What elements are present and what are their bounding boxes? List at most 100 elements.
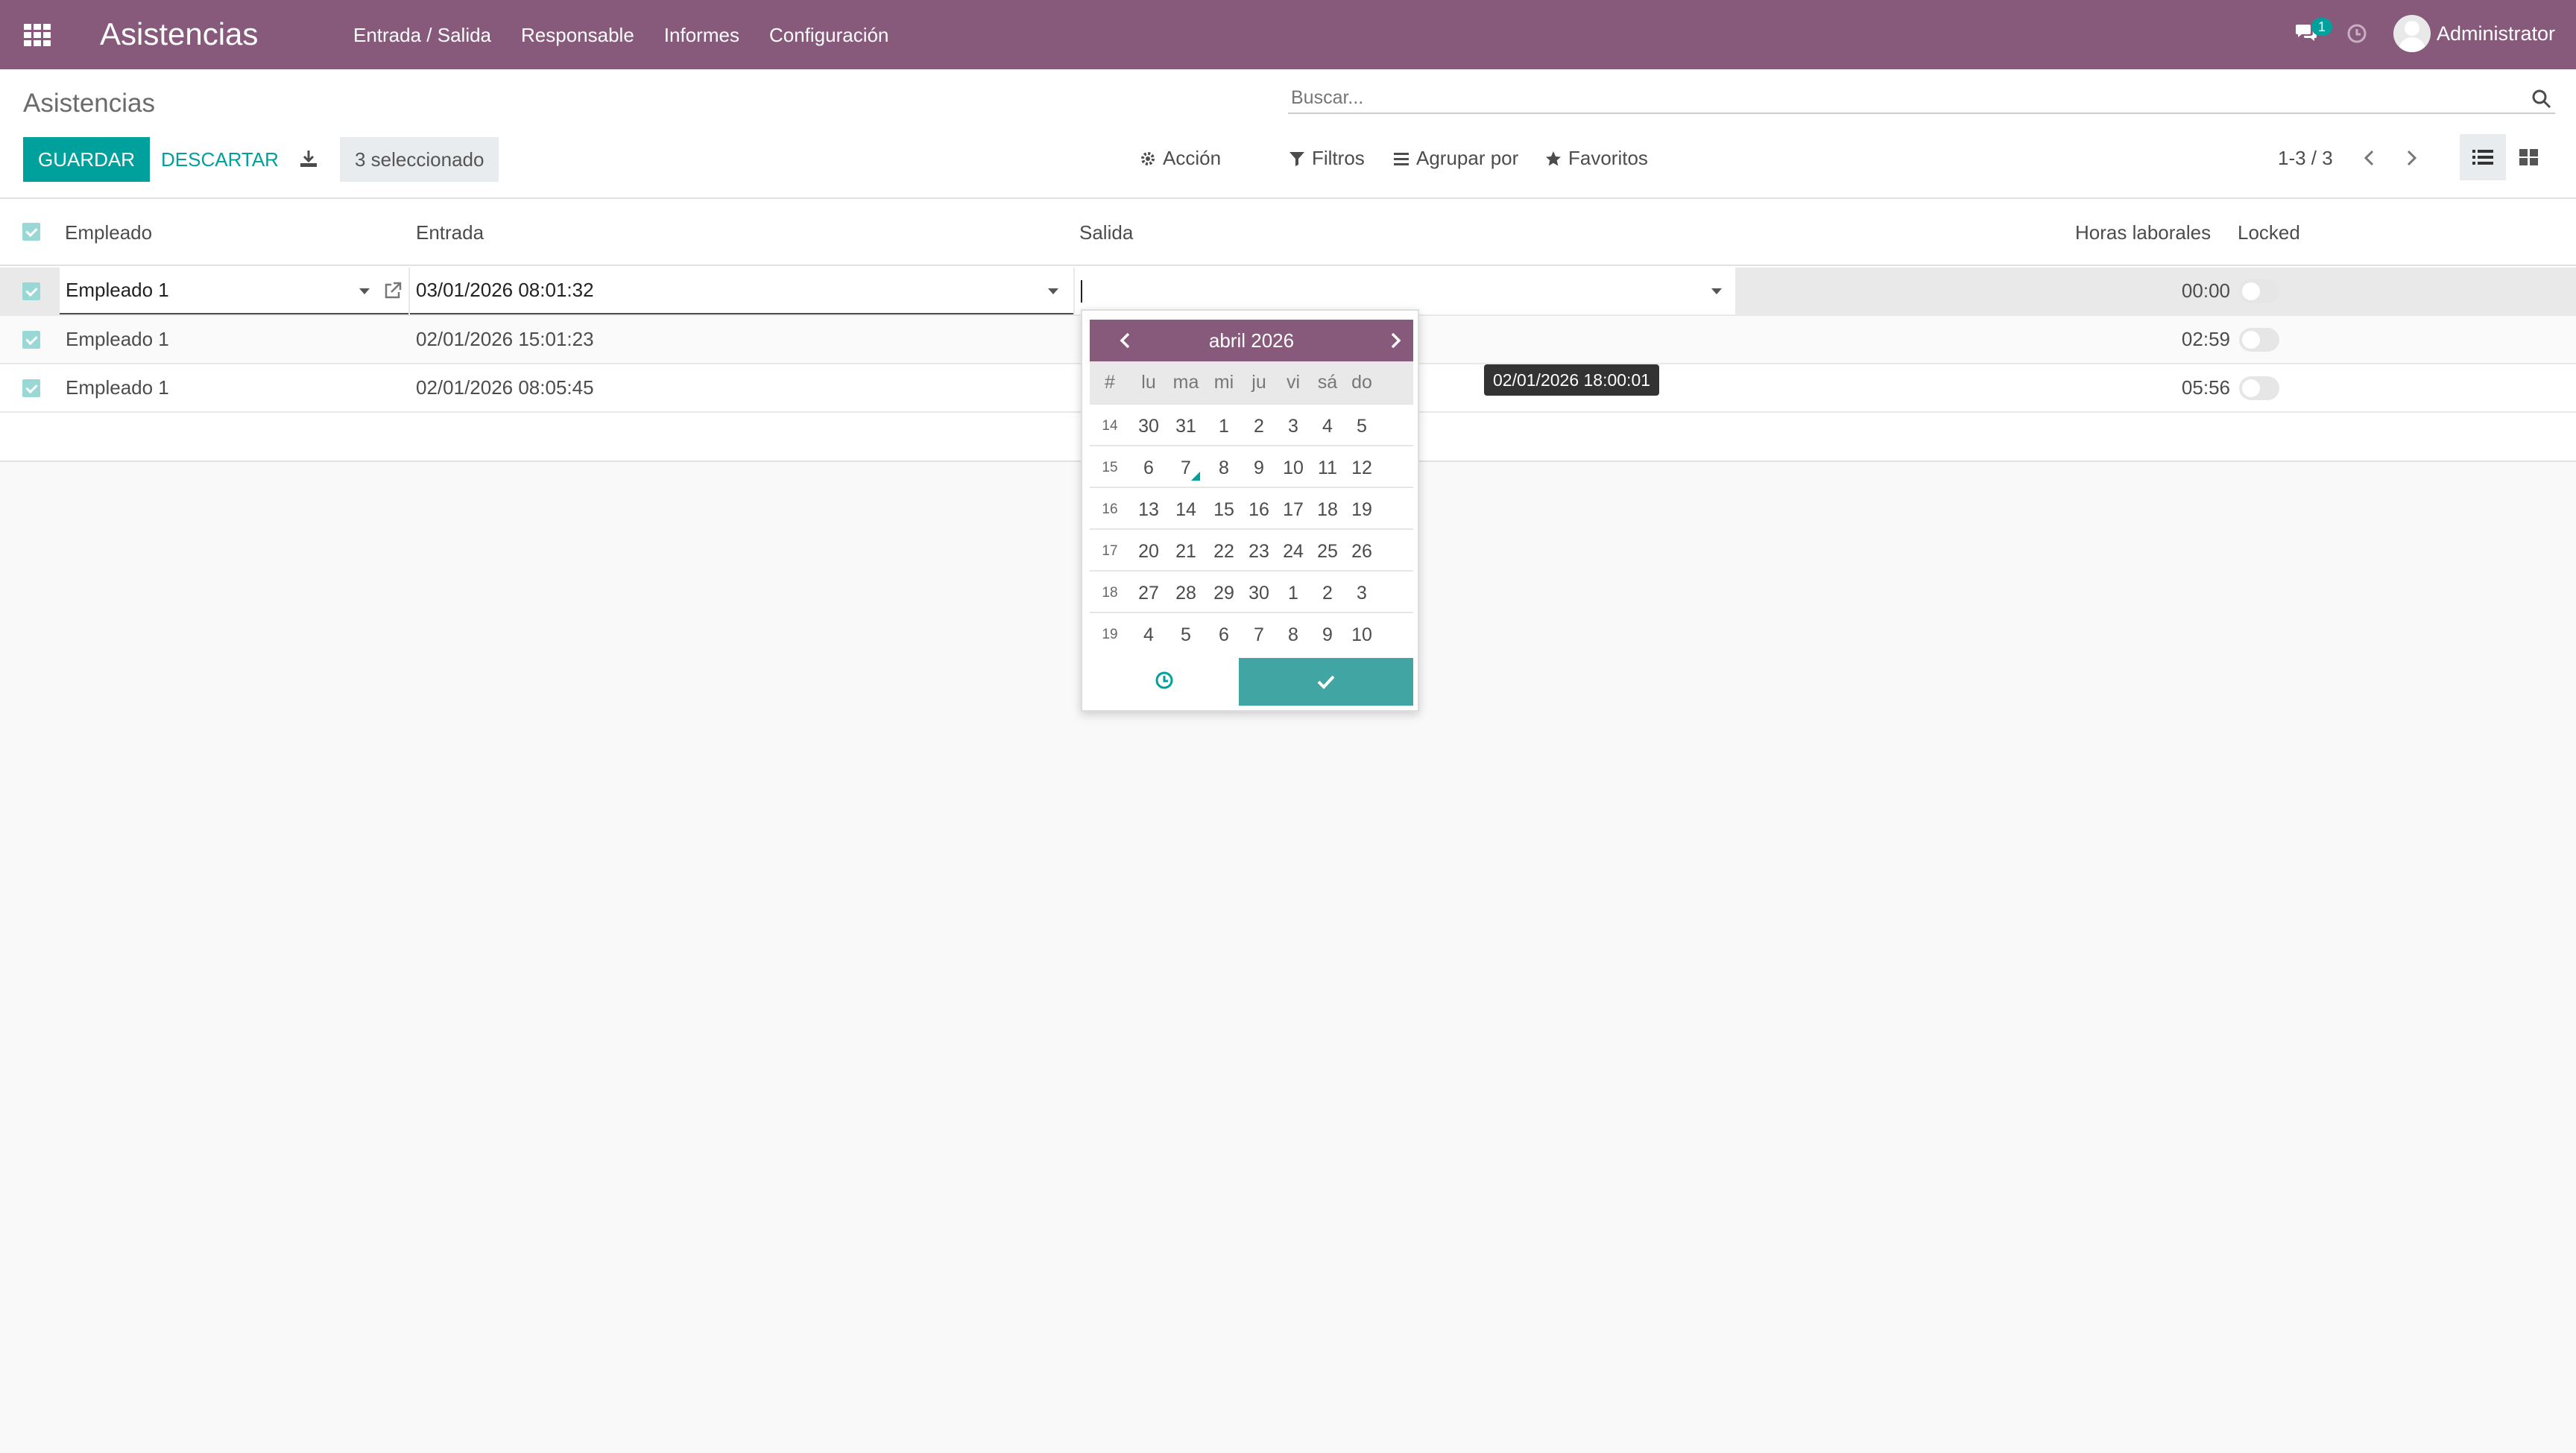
- menu-item-responsable[interactable]: Responsable: [521, 24, 634, 47]
- row-checkbox[interactable]: [22, 331, 40, 349]
- chevron-down-icon[interactable]: [1711, 288, 1722, 294]
- day-cell[interactable]: 3: [1276, 416, 1310, 437]
- row-checkbox[interactable]: [22, 379, 40, 397]
- discard-button[interactable]: DESCARTAR: [148, 137, 292, 182]
- day-cell[interactable]: 29: [1207, 583, 1241, 604]
- action-dropdown[interactable]: Acción: [1139, 147, 1221, 170]
- day-cell[interactable]: 20: [1131, 541, 1166, 563]
- chevron-right-icon[interactable]: [2400, 147, 2422, 169]
- selected-count[interactable]: 3 seleccionado: [340, 137, 499, 182]
- locked-toggle[interactable]: [2239, 328, 2279, 352]
- datepicker-month[interactable]: abril 2026: [1209, 329, 1294, 352]
- list-icon: [2472, 150, 2493, 165]
- breadcrumb: Asistencias: [23, 89, 156, 118]
- day-cell[interactable]: 2: [1310, 583, 1345, 604]
- day-cell[interactable]: 5: [1345, 416, 1379, 437]
- day-cell[interactable]: 17: [1276, 499, 1310, 521]
- locked-toggle[interactable]: [2239, 279, 2279, 303]
- column-header-check-in[interactable]: Entrada: [416, 221, 484, 244]
- day-cell[interactable]: 5: [1169, 624, 1203, 646]
- day-cell[interactable]: 12: [1345, 458, 1379, 479]
- select-all-checkbox[interactable]: [22, 223, 40, 241]
- chevron-left-icon[interactable]: [2358, 147, 2381, 169]
- day-cell[interactable]: 7: [1169, 458, 1203, 479]
- weekday-label: mi: [1213, 372, 1234, 393]
- day-cell[interactable]: 18: [1310, 499, 1345, 521]
- row-checkbox[interactable]: [22, 282, 40, 300]
- weekday-label: lu: [1141, 372, 1156, 393]
- user-menu[interactable]: Administrator: [2393, 15, 2555, 52]
- datepicker-confirm-button[interactable]: [1239, 658, 1413, 706]
- menu-item-configuracion[interactable]: Configuración: [769, 24, 888, 47]
- column-header-check-out[interactable]: Salida: [1079, 221, 1133, 244]
- day-cell[interactable]: 26: [1345, 541, 1379, 563]
- weekday-label: do: [1351, 372, 1372, 393]
- search-bar: [1288, 84, 2555, 114]
- column-header-locked[interactable]: Locked: [2238, 221, 2300, 244]
- employee-field[interactable]: Empleado 1: [60, 268, 408, 314]
- column-header-worked-hours[interactable]: Horas laborales: [2075, 221, 2211, 244]
- chevron-down-icon[interactable]: [359, 288, 370, 294]
- day-cell[interactable]: 14: [1169, 499, 1203, 521]
- kanban-view-button[interactable]: [2506, 134, 2552, 180]
- day-cell[interactable]: 23: [1242, 541, 1276, 563]
- day-cell[interactable]: 3: [1345, 583, 1379, 604]
- activity-clock-icon[interactable]: [2346, 22, 2368, 45]
- download-icon[interactable]: [298, 148, 319, 169]
- day-cell[interactable]: 22: [1207, 541, 1241, 563]
- day-cell[interactable]: 7: [1242, 624, 1276, 646]
- day-cell[interactable]: 10: [1345, 624, 1379, 646]
- day-cell[interactable]: 6: [1131, 458, 1166, 479]
- external-link-icon[interactable]: [383, 281, 402, 300]
- day-cell[interactable]: 6: [1207, 624, 1241, 646]
- groupby-dropdown[interactable]: Agrupar por: [1392, 147, 1518, 170]
- menu-item-informes[interactable]: Informes: [664, 24, 739, 47]
- favorites-dropdown[interactable]: Favoritos: [1544, 147, 1648, 170]
- day-cell[interactable]: 13: [1131, 499, 1166, 521]
- day-cell[interactable]: 21: [1169, 541, 1203, 563]
- save-button[interactable]: GUARDAR: [23, 137, 151, 182]
- app-title[interactable]: Asistencias: [100, 16, 258, 52]
- day-cell[interactable]: 1: [1276, 583, 1310, 604]
- chevron-down-icon[interactable]: [1048, 288, 1058, 294]
- day-cell[interactable]: 31: [1169, 416, 1203, 437]
- day-cell[interactable]: 30: [1242, 583, 1276, 604]
- clock-icon[interactable]: [1154, 670, 1175, 691]
- day-cell[interactable]: 10: [1276, 458, 1310, 479]
- datepicker-weekdays: # lu ma mi ju vi sá do: [1090, 361, 1413, 403]
- day-cell[interactable]: 30: [1131, 416, 1166, 437]
- day-cell[interactable]: 28: [1169, 583, 1203, 604]
- day-cell[interactable]: 27: [1131, 583, 1166, 604]
- menu-item-entrada-salida[interactable]: Entrada / Salida: [353, 24, 491, 47]
- check-out-field[interactable]: [1075, 268, 1735, 314]
- pager-value[interactable]: 1-3 / 3: [2278, 147, 2333, 170]
- day-cell[interactable]: 1: [1207, 416, 1241, 437]
- day-cell[interactable]: 19: [1345, 499, 1379, 521]
- list-view-button[interactable]: [2460, 134, 2506, 180]
- locked-toggle[interactable]: [2239, 376, 2279, 400]
- day-cell[interactable]: 4: [1131, 624, 1166, 646]
- day-cell[interactable]: 16: [1242, 499, 1276, 521]
- search-icon[interactable]: [2531, 89, 2552, 110]
- day-cell[interactable]: 9: [1310, 624, 1345, 646]
- column-header-employee[interactable]: Empleado: [65, 221, 152, 244]
- day-cell[interactable]: 2: [1242, 416, 1276, 437]
- filters-dropdown[interactable]: Filtros: [1288, 147, 1365, 170]
- check-in-field[interactable]: 03/01/2026 08:01:32: [410, 268, 1073, 314]
- chevron-right-icon[interactable]: [1385, 330, 1406, 351]
- day-cell[interactable]: 11: [1310, 458, 1345, 479]
- day-cell[interactable]: 8: [1207, 458, 1241, 479]
- day-cell[interactable]: 24: [1276, 541, 1310, 563]
- day-cell[interactable]: 8: [1276, 624, 1310, 646]
- week-number: 14: [1102, 418, 1118, 434]
- employee-cell: Empleado 1: [66, 328, 169, 350]
- day-cell[interactable]: 9: [1242, 458, 1276, 479]
- day-cell[interactable]: 25: [1310, 541, 1345, 563]
- control-panel: Asistencias GUARDAR DESCARTAR 3 seleccio…: [0, 69, 2576, 199]
- apps-grid-icon[interactable]: [24, 24, 51, 46]
- search-input[interactable]: [1288, 84, 2510, 109]
- day-cell[interactable]: 15: [1207, 499, 1241, 521]
- chevron-left-icon[interactable]: [1115, 330, 1136, 351]
- messages-icon[interactable]: 1: [2295, 18, 2332, 45]
- day-cell[interactable]: 4: [1310, 416, 1345, 437]
